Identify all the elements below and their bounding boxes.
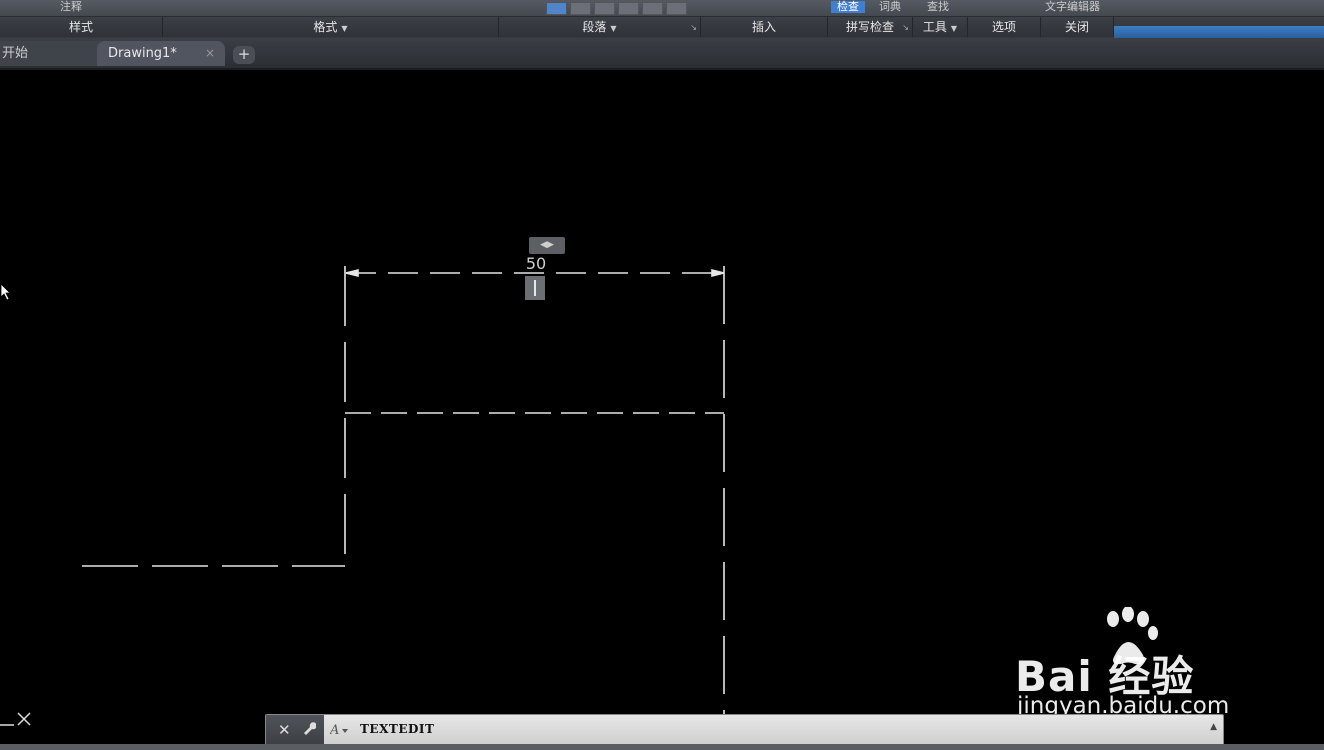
ucs-icon — [0, 712, 31, 726]
style-annotation-button[interactable]: 注释 — [60, 1, 82, 13]
tab-label: Drawing1* — [108, 46, 177, 61]
paragraph-align-buttons — [546, 0, 690, 15]
close-icon[interactable]: × — [205, 41, 215, 66]
align-right-button[interactable] — [594, 2, 615, 15]
new-tab-button[interactable]: + — [233, 46, 255, 64]
ribbon: 注释 检查 词典 查找 文字编辑器 样式 格式 ▼ 段落 ▼ ↘ 插入 拼写检查 ↘ 工… — [0, 0, 1324, 38]
command-prompt-icon[interactable]: A — [329, 721, 352, 741]
group-paragraph[interactable]: 段落 ▼ ↘ — [499, 17, 701, 37]
wrench-icon[interactable] — [302, 721, 317, 739]
close-icon[interactable]: ✕ — [278, 721, 291, 739]
align-center-button[interactable] — [570, 2, 591, 15]
align-justify-button[interactable] — [618, 2, 639, 15]
group-tools[interactable]: 工具 ▼ — [913, 17, 968, 37]
align-left-button[interactable] — [546, 2, 567, 15]
dimension-text[interactable]: 50 — [520, 254, 552, 274]
group-options[interactable]: 选项 — [968, 17, 1041, 37]
command-line[interactable]: ✕ A TEXTEDIT ▲ — [265, 714, 1224, 746]
align-extra-button[interactable] — [666, 2, 687, 15]
find-button[interactable]: 查找 — [927, 1, 949, 13]
mouse-pointer-icon — [0, 283, 11, 301]
command-text: TEXTEDIT — [360, 722, 435, 736]
file-tab-bar: 开始 Drawing1* × + — [0, 38, 1324, 70]
group-format[interactable]: 格式 ▼ — [163, 17, 499, 37]
dimension-grip-arrows[interactable]: ◀▶ — [529, 237, 565, 254]
chevron-down-icon: ▼ — [341, 24, 348, 33]
group-insert[interactable]: 插入 — [701, 17, 828, 37]
svg-text:A: A — [330, 723, 339, 737]
scroll-up-icon[interactable]: ▲ — [1210, 722, 1217, 732]
align-distribute-button[interactable] — [642, 2, 663, 15]
dimension-arrow-right — [711, 268, 725, 278]
baidu-jingyan-watermark: Bai 经验 jingyan.baidu.com — [1015, 605, 1265, 725]
dialog-launcher-icon[interactable]: ↘ — [902, 18, 909, 38]
dictionary-button[interactable]: 词典 — [879, 1, 901, 13]
command-line-controls: ✕ — [266, 715, 324, 745]
tab-drawing1[interactable]: Drawing1* × — [97, 41, 225, 66]
group-spell-check[interactable]: 拼写检查 ↘ — [828, 17, 913, 37]
status-bar — [0, 744, 1324, 750]
chevron-down-icon: ▼ — [610, 24, 617, 33]
group-style[interactable]: 样式 — [0, 17, 163, 37]
dialog-launcher-icon[interactable]: ↘ — [690, 18, 697, 38]
dimension-arrow-left — [345, 268, 359, 278]
group-close[interactable]: 关闭 — [1041, 17, 1114, 37]
text-insert-cursor — [525, 276, 545, 300]
ribbon-accent-bar — [1114, 26, 1324, 38]
close-text-editor-button[interactable]: 文字编辑器 — [1045, 1, 1100, 13]
spell-check-button[interactable]: 检查 — [831, 1, 865, 13]
ribbon-toolbar-row: 注释 检查 词典 查找 文字编辑器 — [0, 0, 1324, 16]
chevron-down-icon: ▼ — [950, 24, 958, 33]
